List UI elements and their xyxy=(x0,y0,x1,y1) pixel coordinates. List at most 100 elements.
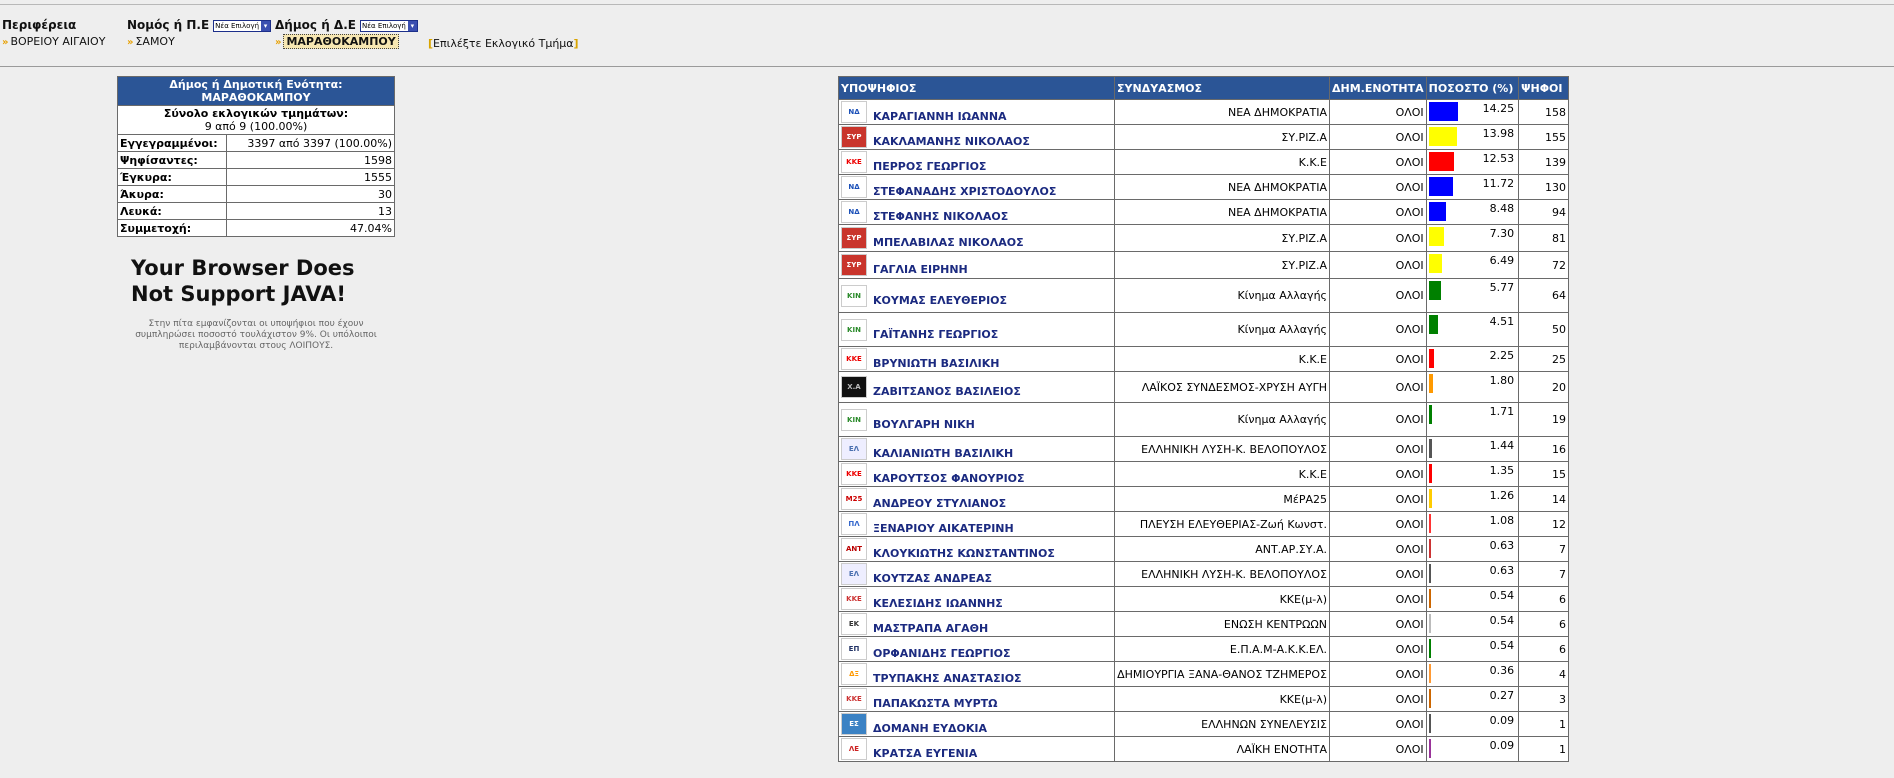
party-name: Κ.Κ.Ε xyxy=(1114,346,1330,372)
municipality-selector: Δήμος ή Δ.Ε Νέα Επιλογή ▾ » ΜΑΡΑΘΟΚΑΜΠΟΥ xyxy=(275,18,418,49)
candidate-name: ΚΚΕ ΚΕΛΕΣΙΔΗΣ ΙΩΑΝΝΗΣ xyxy=(837,586,1116,612)
summary-value: 1598 xyxy=(226,151,395,169)
candidate-name: ΚΚΕ ΠΑΠΑΚΩΣΤΑ ΜΥΡΤΩ xyxy=(837,686,1116,712)
candidate-name: ΕΣ ΔΟΜΑΝΗ ΕΥΔΟΚΙΑ xyxy=(837,711,1116,737)
votes: 155 xyxy=(1518,124,1569,150)
percent-value: 1.26 xyxy=(1489,489,1515,502)
candidate-name: ΚΚΕ ΚΑΡΟΥΤΣΟΣ ΦΑΝΟΥΡΙΟΣ xyxy=(837,461,1116,487)
municipality-title: Δήμος ή Δ.Ε xyxy=(275,18,356,32)
percent-value: 14.25 xyxy=(1482,102,1515,115)
table-row: ΔΞ ΤΡΥΠΑΚΗΣ ΑΝΑΣΤΑΣΙΟΣ ΔΗΜΙΟΥΡΓΙΑ ΞΑΝΑ-ΘΑΝ… xyxy=(837,661,1569,687)
percent-value: 1.35 xyxy=(1489,464,1515,477)
unit: ΟΛΟΙ xyxy=(1329,661,1427,687)
summary-label: Ψηφίσαντες: xyxy=(117,151,227,169)
party-name: ΕΛΛΗΝΩΝ ΣΥΝΕΛΕΥΣΙΣ xyxy=(1114,711,1330,737)
percent-value: 0.09 xyxy=(1489,714,1515,727)
table-row: ΚΚΕ ΚΑΡΟΥΤΣΟΣ ΦΑΝΟΥΡΙΟΣ Κ.Κ.Ε ΟΛΟΙ 1.35 15 xyxy=(837,461,1569,487)
percent-value: 13.98 xyxy=(1482,127,1515,140)
unit: ΟΛΟΙ xyxy=(1329,486,1427,512)
chevron-right-icon: » xyxy=(275,37,282,48)
candidate-name: ΚΙΝ ΚΟΥΜΑΣ ΕΛΕΥΘΕΡΙΟΣ xyxy=(837,278,1116,313)
summary-row: Συμμετοχή: 47.04% xyxy=(117,219,395,237)
region-value[interactable]: » ΒΟΡΕΙΟΥ ΑΙΓΑΙΟΥ xyxy=(2,35,105,48)
percent-value: 0.63 xyxy=(1489,539,1515,552)
table-row: ΚΙΝ ΒΟΥΛΓΑΡΗ ΝΙΚΗ Κίνημα Αλλαγής ΟΛΟΙ 1.71 19 xyxy=(837,402,1569,437)
party-name: ΠΛΕΥΣΗ ΕΛΕΥΘΕΡΙΑΣ-Ζωή Κωνστ. xyxy=(1114,511,1330,537)
unit: ΟΛΟΙ xyxy=(1329,174,1427,200)
percent-cell: 1.80 xyxy=(1425,371,1520,403)
percent-value: 0.63 xyxy=(1489,564,1515,577)
epam-logo-icon: ΕΠ xyxy=(841,638,867,660)
unit: ΟΛΟΙ xyxy=(1329,149,1427,175)
percent-cell: 0.09 xyxy=(1425,711,1520,737)
summary-value: 1555 xyxy=(226,168,395,186)
unit: ΟΛΟΙ xyxy=(1329,711,1427,737)
chevron-right-icon: » xyxy=(127,37,134,48)
prefecture-dropdown[interactable]: Νέα Επιλογή ▾ xyxy=(213,19,272,32)
table-row: ΕΣ ΔΟΜΑΝΗ ΕΥΔΟΚΙΑ ΕΛΛΗΝΩΝ ΣΥΝΕΛΕΥΣΙΣ ΟΛΟΙ 0.… xyxy=(837,711,1569,737)
summary-label: Άκυρα: xyxy=(117,185,227,203)
percent-bar xyxy=(1428,564,1431,583)
percent-value: 1.71 xyxy=(1489,405,1515,418)
percent-bar xyxy=(1428,614,1431,633)
percent-cell: 0.63 xyxy=(1425,536,1520,562)
candidate-name: ΚΙΝ ΒΟΥΛΓΑΡΗ ΝΙΚΗ xyxy=(837,402,1116,437)
municipality-dropdown[interactable]: Νέα Επιλογή ▾ xyxy=(359,19,418,32)
table-row: ΝΔ ΣΤΕΦΑΝΑΔΗΣ ΧΡΙΣΤΟΔΟΥΛΟΣ ΝΕΑ ΔΗΜΟΚΡΑΤΙΑ Ο… xyxy=(837,174,1569,200)
region-title: Περιφέρεια xyxy=(2,18,77,32)
party-name: ΕΝΩΣΗ ΚΕΝΤΡΩΩΝ xyxy=(1114,611,1330,637)
percent-bar xyxy=(1428,689,1431,708)
percent-cell: 1.71 xyxy=(1425,402,1520,437)
percent-bar xyxy=(1428,489,1432,508)
table-row: ΠΛ ΞΕΝΑΡΙΟΥ ΑΙΚΑΤΕΡΙΝΗ ΠΛΕΥΣΗ ΕΛΕΥΘΕΡΙΑΣ-Ζ… xyxy=(837,511,1569,537)
nd-logo-icon: ΝΔ xyxy=(841,201,867,223)
kinal-logo-icon: ΚΙΝ xyxy=(841,408,867,431)
pie-note: Στην πίτα εμφανίζονται οι υποψήφιοι που … xyxy=(135,319,377,351)
percent-bar xyxy=(1428,177,1453,196)
prefecture-value[interactable]: » ΣΑΜΟΥ xyxy=(127,35,271,48)
percent-value: 8.48 xyxy=(1489,202,1515,215)
kkeml-logo-icon: ΚΚΕ xyxy=(841,688,867,710)
percent-cell: 13.98 xyxy=(1425,124,1520,150)
percent-value: 2.25 xyxy=(1489,349,1515,362)
table-row: ΚΚΕ ΒΡΥΝΙΩΤΗ ΒΑΣΙΛΙΚΗ Κ.Κ.Ε ΟΛΟΙ 2.25 25 xyxy=(837,346,1569,372)
party-name: ΛΑΪΚΗ ΕΝΟΤΗΤΑ xyxy=(1114,736,1330,762)
results-table: ΥΠΟΨΗΦΙΟΣ ΣΥΝΔΥΑΣΜΟΣ ΔΗΜ.ΕΝΟΤΗΤΑ ΠΟΣΟΣΤΟ (%… xyxy=(837,76,1569,762)
percent-value: 7.30 xyxy=(1489,227,1515,240)
table-row: Μ25 ΑΝΔΡΕΟΥ ΣΤΥΛΙΑΝΟΣ ΜέΡΑ25 ΟΛΟΙ 1.26 14 xyxy=(837,486,1569,512)
percent-bar xyxy=(1428,349,1434,368)
percent-value: 0.36 xyxy=(1489,664,1515,677)
unit: ΟΛΟΙ xyxy=(1329,99,1427,125)
votes: 130 xyxy=(1518,174,1569,200)
party-name: ΝΕΑ ΔΗΜΟΚΡΑΤΙΑ xyxy=(1114,99,1330,125)
candidate-name: ΣΥΡ ΚΑΚΛΑΜΑΝΗΣ ΝΙΚΟΛΑΟΣ xyxy=(837,124,1116,150)
votes: 81 xyxy=(1518,224,1569,252)
percent-cell: 0.54 xyxy=(1425,611,1520,637)
votes: 50 xyxy=(1518,312,1569,347)
candidate-name: ΣΥΡ ΓΑΓΛΙΑ ΕΙΡΗΝΗ xyxy=(837,251,1116,279)
percent-value: 0.54 xyxy=(1489,589,1515,602)
unit: ΟΛΟΙ xyxy=(1329,461,1427,487)
table-row: ΕΛ ΚΟΥΤΖΑΣ ΑΝΔΡΕΑΣ ΕΛΛΗΝΙΚΗ ΛΥΣΗ-Κ. ΒΕΛΟΠΟ… xyxy=(837,561,1569,587)
select-section-link[interactable]: [Επιλέξτε Εκλογικό Τμήμα] xyxy=(428,37,579,50)
candidate-name: Χ.Α ΖΑΒΙΤΣΑΝΟΣ ΒΑΣΙΛΕΙΟΣ xyxy=(837,371,1116,403)
kkeml-logo-icon: ΚΚΕ xyxy=(841,588,867,610)
percent-cell: 11.72 xyxy=(1425,174,1520,200)
unit: ΟΛΟΙ xyxy=(1329,251,1427,279)
party-name: ΔΗΜΙΟΥΡΓΙΑ ΞΑΝΑ-ΘΑΝΟΣ ΤΖΗΜΕΡΟΣ xyxy=(1114,661,1330,687)
votes: 6 xyxy=(1518,636,1569,662)
percent-value: 0.54 xyxy=(1489,639,1515,652)
municipality-value[interactable]: » ΜΑΡΑΘΟΚΑΜΠΟΥ xyxy=(275,34,418,49)
candidate-name: ΔΞ ΤΡΥΠΑΚΗΣ ΑΝΑΣΤΑΣΙΟΣ xyxy=(837,661,1116,687)
percent-cell: 4.51 xyxy=(1425,312,1520,347)
party-name: ΣΥ.ΡΙΖ.Α xyxy=(1114,224,1330,252)
header-party: ΣΥΝΔΥΑΣΜΟΣ xyxy=(1114,76,1330,100)
party-name: ΜέΡΑ25 xyxy=(1114,486,1330,512)
summary-label: Συμμετοχή: xyxy=(117,219,227,237)
party-name: Κ.Κ.Ε xyxy=(1114,149,1330,175)
candidate-name: ΑΝΤ ΚΛΟΥΚΙΩΤΗΣ ΚΩΝΣΤΑΝΤΙΝΟΣ xyxy=(837,536,1116,562)
percent-bar xyxy=(1428,374,1433,393)
table-row: ΚΙΝ ΚΟΥΜΑΣ ΕΛΕΥΘΕΡΙΟΣ Κίνημα Αλλαγής ΟΛΟΙ 5.… xyxy=(837,278,1569,313)
votes: 94 xyxy=(1518,199,1569,225)
percent-value: 1.44 xyxy=(1489,439,1515,452)
